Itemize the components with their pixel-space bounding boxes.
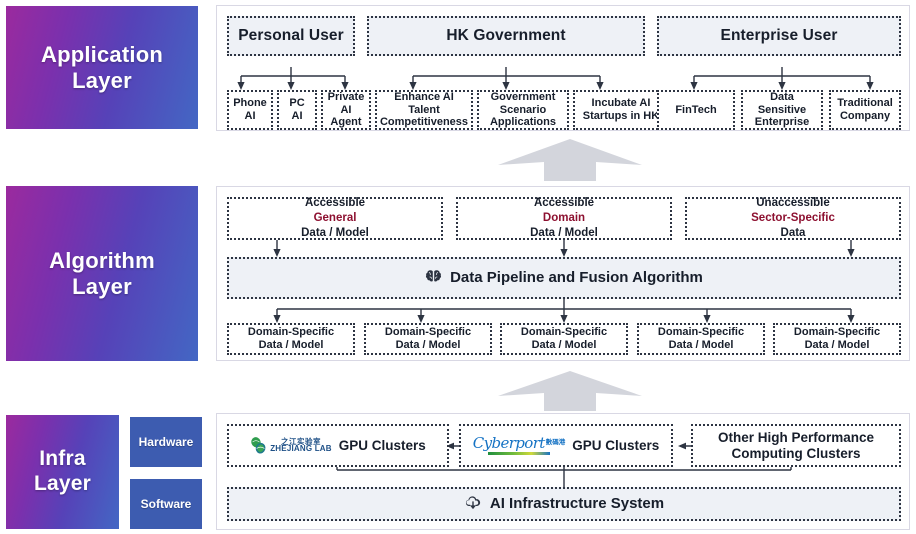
diagram-canvas: Application Layer Personal User HK Gover… bbox=[0, 0, 916, 534]
infra-system-bar-label: AI Infrastructure System bbox=[489, 495, 665, 513]
cyberport-logo-cn: 數碼港 bbox=[545, 438, 566, 446]
algo-output-3-line1: Domain-Specific bbox=[520, 326, 608, 339]
app-item-traditional-company-line1: Traditional bbox=[837, 97, 893, 110]
app-item-pc-ai-line2: AI bbox=[291, 110, 303, 122]
algo-output-2-line2: Data / Model bbox=[395, 339, 461, 351]
app-item-enhance-ai-talent-line2: Talent bbox=[408, 103, 440, 116]
app-item-data-sensitive-enterprise-line1: Data bbox=[770, 90, 794, 103]
app-item-incubate-ai-startups-line1: Incubate AI bbox=[591, 97, 651, 110]
algo-output-5-line2: Data / Model bbox=[804, 339, 870, 351]
infra-cluster-cyberport-label: GPU Clusters bbox=[572, 437, 660, 453]
app-item-government-scenario-line2: Scenario bbox=[499, 103, 547, 116]
algo-output-2-line1: Domain-Specific bbox=[384, 326, 472, 339]
app-item-government-scenario[interactable]: Government Scenario Applications bbox=[477, 90, 569, 130]
layer-label-application-line1: Application bbox=[41, 41, 163, 67]
infra-cluster-other-hpc[interactable]: Other High Performance Computing Cluster… bbox=[691, 424, 901, 467]
algo-source-domain-access: Accessible bbox=[533, 197, 595, 210]
layer-label-infra-line1: Infra bbox=[39, 447, 86, 471]
zhejiang-lab-logo-en: ZHEJIANG LAB bbox=[270, 444, 332, 454]
application-layer-panel: Personal User HK Government Enterprise U… bbox=[216, 5, 910, 131]
algo-source-sector-specific-access: Unaccessible bbox=[756, 197, 830, 210]
layer-label-algorithm-line1: Algorithm bbox=[49, 247, 155, 273]
infra-system-bar[interactable]: AI Infrastructure System bbox=[227, 487, 901, 521]
algo-source-general-access: Accessible bbox=[304, 197, 366, 210]
app-item-private-ai-agent[interactable]: Private AI Agent bbox=[321, 90, 371, 130]
algo-output-1-line1: Domain-Specific bbox=[247, 326, 335, 339]
infra-cluster-cyberport[interactable]: Cyberport 數碼港 GPU Clusters bbox=[459, 424, 673, 467]
app-item-enhance-ai-talent[interactable]: Enhance AI Talent Competitiveness bbox=[375, 90, 473, 130]
cyberport-logo: Cyberport 數碼港 bbox=[472, 434, 566, 455]
cloud-download-icon bbox=[464, 495, 482, 513]
algorithm-layer-panel: Accessible General Data / Model Accessib… bbox=[216, 186, 910, 361]
app-item-incubate-ai-startups[interactable]: Incubate AI Startups in HK bbox=[573, 90, 669, 130]
algo-pipeline-bar[interactable]: Data Pipeline and Fusion Algorithm bbox=[227, 257, 901, 299]
app-item-private-ai-agent-line1: Private bbox=[327, 90, 365, 103]
algo-output-3[interactable]: Domain-Specific Data / Model bbox=[500, 323, 628, 355]
flow-arrow-application bbox=[498, 139, 642, 181]
algo-output-4[interactable]: Domain-Specific Data / Model bbox=[637, 323, 765, 355]
app-group-header-enterprise-user[interactable]: Enterprise User bbox=[657, 16, 901, 56]
app-group-header-personal-user[interactable]: Personal User bbox=[227, 16, 355, 56]
algo-output-5-line1: Domain-Specific bbox=[793, 326, 881, 339]
algo-source-sector-specific[interactable]: Unaccessible Sector-Specific Data bbox=[685, 197, 901, 240]
algo-output-1-line2: Data / Model bbox=[258, 339, 324, 351]
layer-label-application: Application Layer bbox=[6, 6, 198, 129]
infra-cluster-zhejiang-lab[interactable]: 之江实验室 ZHEJIANG LAB GPU Clusters bbox=[227, 424, 449, 467]
cyberport-logo-word: Cyberport bbox=[472, 434, 546, 452]
app-item-data-sensitive-enterprise[interactable]: Data Sensitive Enterprise bbox=[741, 90, 823, 130]
infra-side-block-software[interactable]: Software bbox=[130, 479, 202, 529]
app-item-government-scenario-line3: Applications bbox=[489, 116, 556, 129]
infra-layer-panel: 之江实验室 ZHEJIANG LAB GPU Clusters Cyberpor… bbox=[216, 413, 910, 530]
app-item-data-sensitive-enterprise-line3: Enterprise bbox=[754, 116, 810, 129]
app-item-pc-ai-line1: PC bbox=[289, 97, 305, 110]
infra-side-block-hardware[interactable]: Hardware bbox=[130, 417, 202, 467]
layer-label-application-line2: Layer bbox=[72, 67, 132, 93]
app-item-government-scenario-line1: Government bbox=[490, 90, 556, 103]
app-item-data-sensitive-enterprise-line2: Sensitive bbox=[757, 103, 807, 116]
algo-pipeline-label: Data Pipeline and Fusion Algorithm bbox=[450, 269, 703, 287]
app-item-phone-ai[interactable]: Phone AI bbox=[227, 90, 273, 130]
algo-output-3-line2: Data / Model bbox=[531, 339, 597, 351]
app-item-enhance-ai-talent-line3: Competitiveness bbox=[379, 116, 469, 129]
algo-source-domain[interactable]: Accessible Domain Data / Model bbox=[456, 197, 672, 240]
infra-cluster-zhejiang-lab-label: GPU Clusters bbox=[338, 437, 426, 453]
layer-label-algorithm: Algorithm Layer bbox=[6, 186, 198, 361]
layer-label-algorithm-line2: Layer bbox=[72, 273, 132, 299]
algo-output-1[interactable]: Domain-Specific Data / Model bbox=[227, 323, 355, 355]
algo-output-4-line1: Domain-Specific bbox=[657, 326, 745, 339]
app-item-fintech-line1: FinTech bbox=[675, 103, 717, 116]
app-item-enhance-ai-talent-line1: Enhance AI bbox=[394, 90, 454, 103]
layer-label-infra: Infra Layer bbox=[6, 415, 119, 529]
app-item-phone-ai-line1: Phone bbox=[233, 97, 267, 110]
app-item-pc-ai[interactable]: PC AI bbox=[277, 90, 317, 130]
app-item-traditional-company-line2: Company bbox=[839, 110, 891, 122]
algo-output-2[interactable]: Domain-Specific Data / Model bbox=[364, 323, 492, 355]
app-item-incubate-ai-startups-line2: Startups in HK bbox=[582, 110, 660, 122]
app-item-fintech[interactable]: FinTech bbox=[657, 90, 735, 130]
infra-cluster-other-hpc-line2: Computing Clusters bbox=[731, 445, 861, 461]
algo-source-general-kind: Data / Model bbox=[301, 226, 369, 239]
algo-source-sector-specific-accent: Sector-Specific bbox=[751, 212, 835, 225]
algo-output-4-line2: Data / Model bbox=[668, 339, 734, 351]
algo-source-sector-specific-kind: Data bbox=[780, 226, 806, 239]
app-item-private-ai-agent-line2: AI bbox=[340, 103, 352, 116]
algo-source-general[interactable]: Accessible General Data / Model bbox=[227, 197, 443, 240]
algo-source-domain-kind: Data / Model bbox=[530, 226, 598, 239]
zhejiang-lab-logo: 之江实验室 ZHEJIANG LAB bbox=[250, 436, 332, 455]
app-item-traditional-company[interactable]: Traditional Company bbox=[829, 90, 901, 130]
app-item-phone-ai-line2: AI bbox=[244, 110, 256, 122]
app-item-private-ai-agent-line3: Agent bbox=[330, 116, 362, 129]
flow-arrow-algorithm bbox=[498, 371, 642, 411]
algo-source-general-accent: General bbox=[313, 212, 357, 225]
cyberport-logo-bar bbox=[487, 452, 550, 455]
layer-label-infra-line2: Layer bbox=[33, 472, 92, 495]
infra-cluster-other-hpc-line1: Other High Performance bbox=[717, 429, 875, 445]
algo-source-domain-accent: Domain bbox=[542, 212, 586, 225]
algo-output-5[interactable]: Domain-Specific Data / Model bbox=[773, 323, 901, 355]
brain-icon bbox=[425, 269, 442, 287]
app-group-header-hk-government[interactable]: HK Government bbox=[367, 16, 645, 56]
